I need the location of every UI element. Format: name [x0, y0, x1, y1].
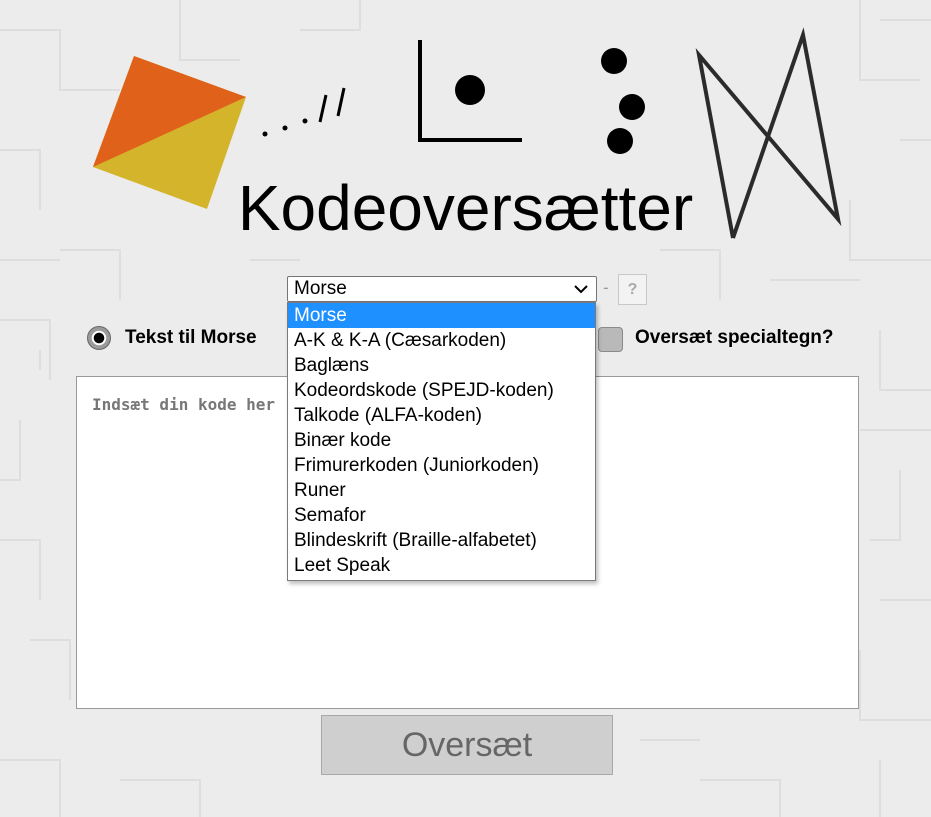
- page-title: Kodeoversætter: [237, 172, 694, 244]
- translate-button[interactable]: Oversæt: [321, 715, 613, 775]
- separator-dash: -: [603, 278, 609, 297]
- code-type-dropdown-list: Morse A-K & K-A (Cæsarkoden) Baglæns Kod…: [287, 302, 596, 581]
- help-button[interactable]: ?: [618, 274, 647, 305]
- dropdown-option[interactable]: Morse: [288, 303, 595, 328]
- dropdown-option[interactable]: Frimurerkoden (Juniorkoden): [288, 453, 595, 478]
- direction-radio-label: Tekst til Morse: [125, 327, 257, 348]
- dropdown-option[interactable]: Binær kode: [288, 428, 595, 453]
- dropdown-option[interactable]: Kodeordskode (SPEJD-koden): [288, 378, 595, 403]
- special-chars-label: Oversæt specialtegn?: [635, 327, 834, 348]
- morse-glyphs-icon: [262, 87, 346, 137]
- code-type-select-value: Morse: [294, 278, 347, 299]
- chevron-down-icon: [574, 285, 588, 294]
- dropdown-option[interactable]: Leet Speak: [288, 553, 595, 578]
- dropdown-option[interactable]: Semafor: [288, 503, 595, 528]
- dropdown-option[interactable]: Baglæns: [288, 353, 595, 378]
- special-chars-checkbox[interactable]: [598, 327, 623, 352]
- dropdown-option[interactable]: Talkode (ALFA-koden): [288, 403, 595, 428]
- code-type-select[interactable]: Morse: [287, 276, 597, 302]
- dropdown-option[interactable]: Blindeskrift (Braille-alfabetet): [288, 528, 595, 553]
- direction-radio[interactable]: [87, 326, 111, 350]
- braille-dots-icon: [601, 48, 645, 154]
- dropdown-option[interactable]: Runer: [288, 478, 595, 503]
- code-input-placeholder: Indsæt din kode her: [92, 395, 276, 414]
- pigpen-glyph-icon: [418, 40, 522, 142]
- dropdown-option[interactable]: A-K & K-A (Cæsarkoden): [288, 328, 595, 353]
